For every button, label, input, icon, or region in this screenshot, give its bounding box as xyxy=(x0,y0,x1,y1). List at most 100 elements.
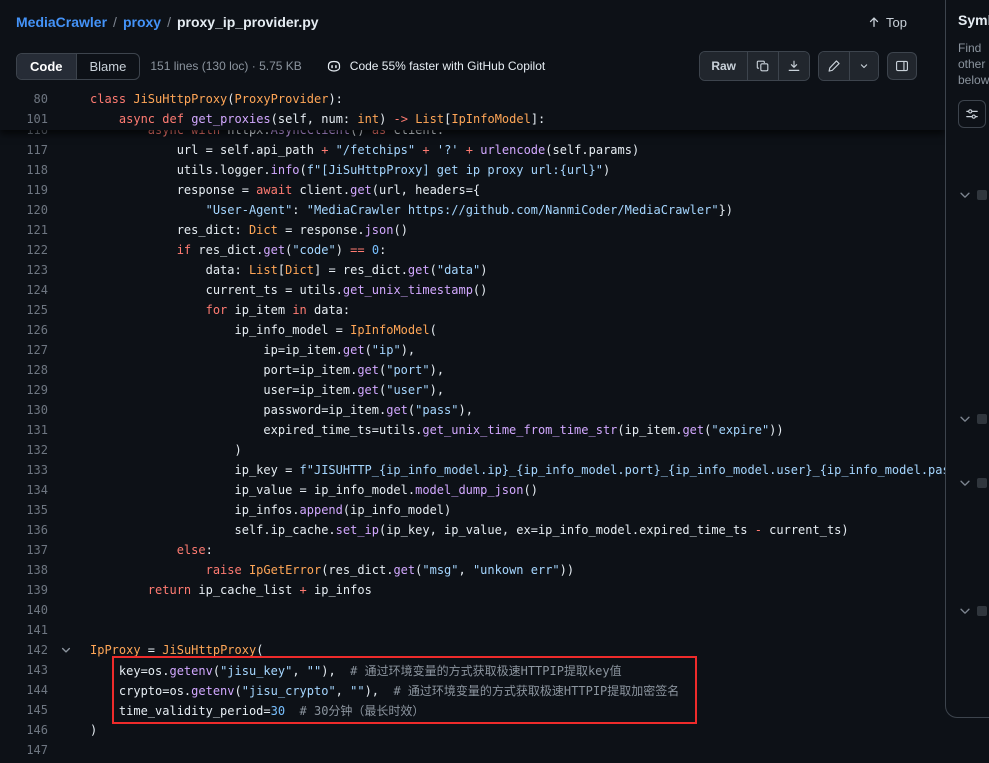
copilot-badge: Code 55% faster with GitHub Copilot xyxy=(326,58,545,74)
chevron-down-icon xyxy=(858,60,870,72)
line-number[interactable]: 117 xyxy=(0,143,56,157)
symbols-description-line: Find xyxy=(958,40,989,56)
filter-button[interactable] xyxy=(958,100,986,128)
raw-copy-download-group: Raw xyxy=(699,51,810,81)
line-number[interactable]: 118 xyxy=(0,163,56,177)
line-number[interactable]: 135 xyxy=(0,503,56,517)
back-to-top-button[interactable]: Top xyxy=(861,14,913,31)
copilot-badge-text: Code 55% faster with GitHub Copilot xyxy=(350,59,545,73)
tab-code[interactable]: Code xyxy=(17,54,76,79)
code-line: 146) xyxy=(0,720,945,740)
symbol-label-stub xyxy=(977,606,987,616)
line-number[interactable]: 147 xyxy=(0,743,56,757)
code-text: ip=ip_item.get("ip"), xyxy=(76,343,415,357)
line-number[interactable]: 142 xyxy=(0,643,56,657)
edit-dropdown-button[interactable] xyxy=(849,52,878,80)
line-number[interactable]: 128 xyxy=(0,363,56,377)
code-lines: 116 async with httpx.AsyncClient() as cl… xyxy=(0,120,945,760)
code-line: 136 self.ip_cache.set_ip(ip_key, ip_valu… xyxy=(0,520,945,540)
code-text: raise IpGetError(res_dict.get("msg", "un… xyxy=(76,563,574,577)
line-number[interactable]: 133 xyxy=(0,463,56,477)
symbol-collapse-chevron[interactable] xyxy=(958,604,987,618)
breadcrumb-folder-link[interactable]: proxy xyxy=(123,14,161,30)
code-text: async def get_proxies(self, num: int) ->… xyxy=(76,112,545,126)
line-number[interactable]: 140 xyxy=(0,603,56,617)
code-line: 120 "User-Agent": "MediaCrawler https://… xyxy=(0,200,945,220)
code-line: 125 for ip_item in data: xyxy=(0,300,945,320)
line-number[interactable]: 141 xyxy=(0,623,56,637)
line-number[interactable]: 132 xyxy=(0,443,56,457)
code-line: 140 xyxy=(0,600,945,620)
breadcrumb-separator: / xyxy=(113,14,117,30)
code-text: self.ip_cache.set_ip(ip_key, ip_value, e… xyxy=(76,523,849,537)
symbols-panel-title: Symbols xyxy=(958,12,989,28)
line-number[interactable]: 126 xyxy=(0,323,56,337)
code-line: 101 async def get_proxies(self, num: int… xyxy=(0,109,945,129)
edit-button[interactable] xyxy=(819,52,849,80)
code-line: 141 xyxy=(0,620,945,640)
line-number[interactable]: 144 xyxy=(0,683,56,697)
code-text: user=ip_item.get("user"), xyxy=(76,383,444,397)
side-panel-icon xyxy=(895,59,909,73)
line-number[interactable]: 145 xyxy=(0,703,56,717)
tab-blame[interactable]: Blame xyxy=(76,54,140,79)
symbol-collapse-chevron[interactable] xyxy=(958,476,987,490)
code-text: port=ip_item.get("port"), xyxy=(76,363,444,377)
code-line: 128 port=ip_item.get("port"), xyxy=(0,360,945,380)
line-number[interactable]: 130 xyxy=(0,403,56,417)
line-number[interactable]: 131 xyxy=(0,423,56,437)
code-line: 124 current_ts = utils.get_unix_timestam… xyxy=(0,280,945,300)
line-number[interactable]: 123 xyxy=(0,263,56,277)
symbols-description-line: below xyxy=(958,72,989,88)
code-line: 126 ip_info_model = IpInfoModel( xyxy=(0,320,945,340)
line-number[interactable]: 120 xyxy=(0,203,56,217)
file-header: MediaCrawler / proxy / proxy_ip_provider… xyxy=(0,0,989,44)
code-text: expired_time_ts=utils.get_unix_time_from… xyxy=(76,423,784,437)
code-line: 142IpProxy = JiSuHttpProxy( xyxy=(0,640,945,660)
line-number[interactable]: 121 xyxy=(0,223,56,237)
symbol-collapse-chevron[interactable] xyxy=(958,412,987,426)
code-text: utils.logger.info(f"[JiSuHttpProxy] get … xyxy=(76,163,610,177)
line-number[interactable]: 136 xyxy=(0,523,56,537)
line-number[interactable]: 139 xyxy=(0,583,56,597)
code-text: else: xyxy=(76,543,213,557)
code-text: class JiSuHttpProxy(ProxyProvider): xyxy=(76,92,343,106)
line-number[interactable]: 125 xyxy=(0,303,56,317)
code-blame-switch: Code Blame xyxy=(16,53,140,80)
line-number[interactable]: 138 xyxy=(0,563,56,577)
code-text: ) xyxy=(76,443,242,457)
line-number[interactable]: 146 xyxy=(0,723,56,737)
code-line: 132 ) xyxy=(0,440,945,460)
symbol-collapse-chevron[interactable] xyxy=(958,188,987,202)
line-number[interactable]: 143 xyxy=(0,663,56,677)
code-text: current_ts = utils.get_unix_timestamp() xyxy=(76,283,487,297)
symbol-label-stub xyxy=(977,478,987,488)
symbols-panel-toggle-button[interactable] xyxy=(887,52,917,80)
copy-button[interactable] xyxy=(747,52,778,80)
raw-button[interactable]: Raw xyxy=(700,52,747,80)
code-text: crypto=os.getenv("jisu_crypto", ""), # 通… xyxy=(76,682,679,699)
code-text: if res_dict.get("code") == 0: xyxy=(76,243,386,257)
edit-group xyxy=(818,51,879,81)
code-line: 134 ip_value = ip_info_model.model_dump_… xyxy=(0,480,945,500)
line-number[interactable]: 122 xyxy=(0,243,56,257)
symbols-panel: Symbols Find other below xyxy=(945,0,989,718)
breadcrumb-repo-link[interactable]: MediaCrawler xyxy=(16,14,107,30)
symbols-description-line: other xyxy=(958,56,989,72)
line-number[interactable]: 127 xyxy=(0,343,56,357)
line-number[interactable]: 119 xyxy=(0,183,56,197)
download-button[interactable] xyxy=(778,52,809,80)
breadcrumb-separator: / xyxy=(167,14,171,30)
line-number[interactable]: 129 xyxy=(0,383,56,397)
line-number[interactable]: 101 xyxy=(0,112,56,126)
line-number[interactable]: 137 xyxy=(0,543,56,557)
code-line: 135 ip_infos.append(ip_info_model) xyxy=(0,500,945,520)
line-number[interactable]: 80 xyxy=(0,92,56,106)
code-text: for ip_item in data: xyxy=(76,303,350,317)
code-area: 116 async with httpx.AsyncClient() as cl… xyxy=(0,88,945,763)
fold-chevron-icon[interactable] xyxy=(56,644,76,656)
line-number[interactable]: 124 xyxy=(0,283,56,297)
breadcrumb: MediaCrawler / proxy / proxy_ip_provider… xyxy=(16,14,319,30)
line-number[interactable]: 134 xyxy=(0,483,56,497)
chevron-down-icon xyxy=(958,188,972,202)
